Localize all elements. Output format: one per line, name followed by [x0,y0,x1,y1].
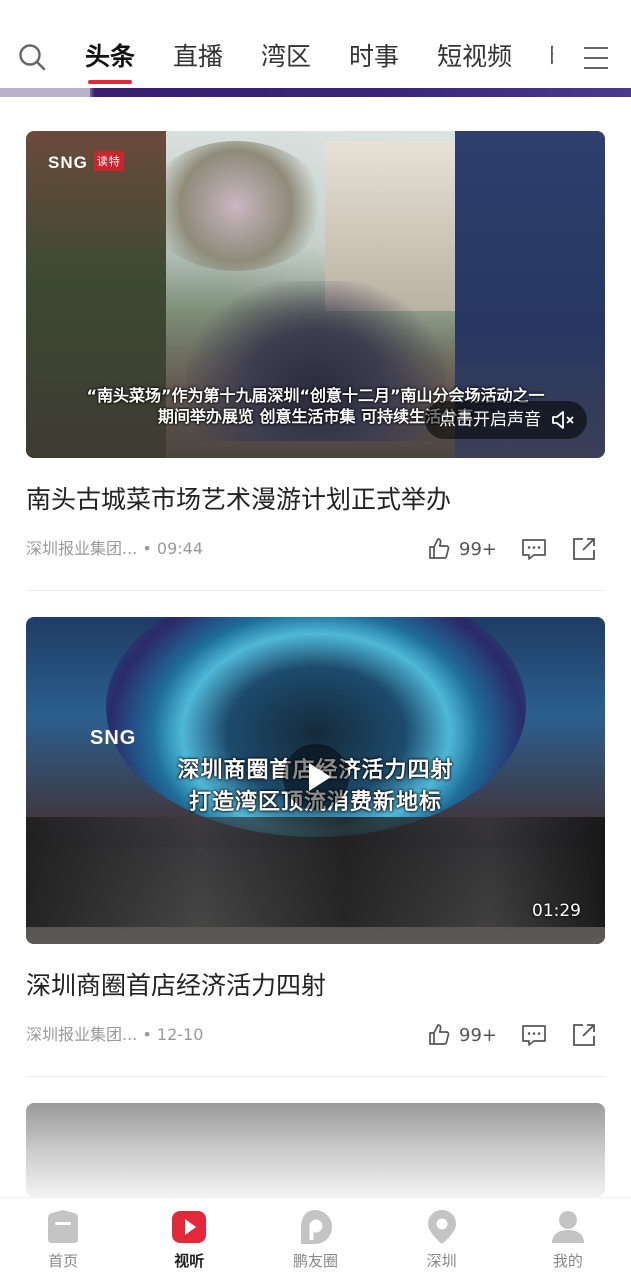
bottom-nav: 首页 视听 鹏友圈 深圳 我的 [0,1197,631,1280]
menu-icon[interactable] [571,36,621,80]
play-icon [172,1211,207,1243]
news-time: • 12-10 [142,1025,204,1044]
card-actions: 99+ [427,1020,597,1050]
card-actions: 99+ [427,534,597,564]
news-meta: 深圳报业集团... • 12-10 [26,1021,203,1045]
like-count: 99+ [459,538,497,560]
tab-short-video[interactable]: 短视频 [418,34,531,80]
news-meta: 深圳报业集团... • 09:44 [26,535,203,559]
nav-audio-video-label: 视听 [174,1252,205,1270]
tab-live[interactable]: 直播 [154,34,242,80]
banner-strip [0,88,631,97]
nav-friends-circle-label: 鹏友圈 [292,1252,338,1270]
thumbs-up-icon [429,538,450,559]
video-thumbnail[interactable]: SNG 深圳商圈首店经济活力四射 打造湾区顶流消费新地标 01:29 [26,617,605,944]
nav-profile-label: 我的 [552,1252,583,1270]
nav-audio-video[interactable]: 视听 [126,1198,252,1280]
news-card[interactable]: SNG 深圳商圈首店经济活力四射 打造湾区顶流消费新地标 01:29 深圳商圈首… [26,617,605,1046]
nav-friends-circle[interactable]: 鹏友圈 [252,1198,378,1280]
news-source: 深圳报业集团... [26,539,138,558]
channel-tabs: 头条 直播 湾区 时事 短视频 晚 [66,34,553,84]
video-duration: 01:29 [532,901,581,921]
comment-icon[interactable] [521,537,547,561]
sng-logo: SNG [90,727,137,749]
sng-logo: SNG 读特 [48,151,124,173]
location-icon [427,1210,456,1244]
nav-profile[interactable]: 我的 [505,1198,631,1280]
card-divider [26,590,605,591]
unmute-button[interactable]: 点击开启声音 [425,401,587,439]
card-divider [26,1076,605,1077]
tab-bay-area[interactable]: 湾区 [242,34,330,80]
mute-icon [552,411,574,429]
like-button[interactable]: 99+ [427,537,497,561]
news-source: 深圳报业集团... [26,1025,138,1044]
circle-p-icon [301,1210,333,1244]
like-button[interactable]: 99+ [427,1023,497,1047]
top-nav: 头条 直播 湾区 时事 短视频 晚 [0,0,631,97]
like-count: 99+ [459,1024,497,1046]
news-photo [26,1103,605,1197]
news-title[interactable]: 深圳商圈首店经济活力四射 [26,969,605,1003]
tab-current-affairs[interactable]: 时事 [330,34,418,80]
share-icon[interactable] [571,536,597,562]
video-thumbnail[interactable]: SNG 读特 “南头菜场”作为第十九届深圳“创意十二月”南山分会场活动之一 期间举… [26,131,605,458]
home-icon [48,1210,79,1243]
play-button[interactable] [283,744,349,810]
nav-shenzhen[interactable]: 深圳 [379,1198,505,1280]
news-time: • 09:44 [142,539,203,558]
tab-headlines[interactable]: 头条 [66,34,154,84]
nav-home[interactable]: 首页 [0,1198,126,1280]
nav-shenzhen-label: 深圳 [426,1252,457,1270]
user-icon [551,1211,584,1243]
nav-home-label: 首页 [48,1252,79,1270]
search-icon[interactable] [17,42,47,72]
news-card[interactable]: SNG 读特 “南头菜场”作为第十九届深圳“创意十二月”南山分会场活动之一 期间举… [26,131,605,560]
news-title[interactable]: 南头古城菜市场艺术漫游计划正式举办 [26,483,605,517]
news-card[interactable] [26,1103,605,1197]
thumbs-up-icon [429,1024,450,1045]
comment-icon[interactable] [521,1023,547,1047]
share-icon[interactable] [571,1022,597,1048]
tab-partial[interactable]: 晚 [531,34,553,80]
